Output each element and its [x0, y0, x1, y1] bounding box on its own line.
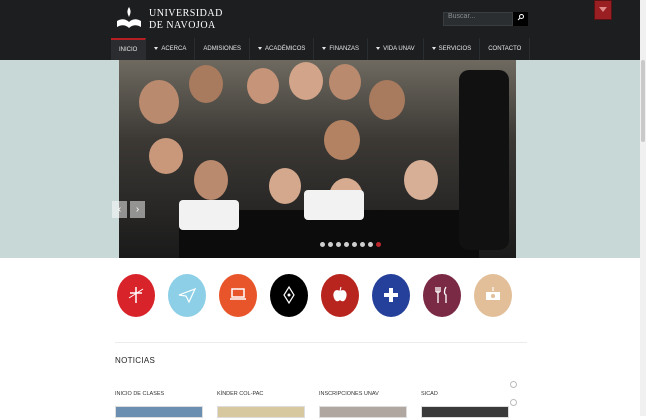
medical-cross-icon: [384, 288, 398, 302]
news-item-title[interactable]: SICAD: [421, 391, 438, 397]
caret-down-icon: [431, 46, 436, 50]
caret-down-icon: [154, 46, 159, 50]
quick-link-medical-cross[interactable]: [372, 274, 410, 317]
quick-link-cutlery[interactable]: [423, 274, 461, 317]
caret-down-icon: [376, 46, 381, 50]
money-icon: [486, 287, 500, 300]
quick-link-paper-plane[interactable]: [168, 274, 206, 317]
quick-link-pen-nib[interactable]: [270, 274, 308, 317]
nav-item-label: SERVICIOS: [438, 46, 472, 52]
logo-line-2: DE NAVOJOA: [149, 20, 216, 31]
nav-item-servicios[interactable]: SERVICIOS: [424, 38, 481, 60]
apple-icon: [333, 286, 347, 302]
slider-dot[interactable]: [336, 242, 341, 247]
cross-icon: [128, 287, 144, 303]
nav-item-admisiones[interactable]: ADMISIONES: [195, 38, 251, 60]
toggle-panel-tab[interactable]: [594, 0, 612, 20]
laptop-icon: [230, 288, 246, 300]
news-item-title[interactable]: KÍNDER COL-PAC: [217, 391, 263, 397]
nav-item-label: ADMISIONES: [203, 46, 242, 52]
quick-link-laptop[interactable]: [219, 274, 257, 317]
graduates-photo: [119, 60, 516, 258]
news-item-thumbnail[interactable]: [217, 406, 305, 418]
quick-link-apple[interactable]: [321, 274, 359, 317]
nav-item-acad-micos[interactable]: ACADÉMICOS: [250, 38, 315, 60]
paper-plane-icon: [178, 287, 197, 304]
quick-link-money[interactable]: [474, 274, 512, 317]
main-navigation: INICIO ACERCA ADMISIONES ACADÉMICOS FINANZAS…: [111, 38, 531, 62]
cutlery-icon: [435, 286, 447, 303]
slider-dot[interactable]: [352, 242, 357, 247]
news-next-icon[interactable]: [510, 399, 517, 406]
nav-item-acerca[interactable]: ACERCA: [146, 38, 196, 60]
nav-item-label: ACERCA: [161, 46, 187, 52]
nav-item-vida-unav[interactable]: VIDA UNAV: [368, 38, 424, 60]
news-item-thumbnail[interactable]: [319, 406, 407, 418]
news-item-thumbnail[interactable]: [115, 406, 203, 418]
slider-dot[interactable]: [344, 242, 349, 247]
quick-links: [117, 274, 517, 319]
pen-nib-icon: [283, 285, 295, 305]
search-input[interactable]: Buscar...: [443, 12, 513, 26]
divider: [115, 342, 527, 343]
book-flame-icon: [117, 7, 141, 28]
nav-item-label: VIDA UNAV: [383, 46, 415, 52]
nav-item-label: ACADÉMICOS: [265, 46, 306, 52]
search-button[interactable]: [513, 12, 528, 26]
university-logo[interactable]: UNIVERSIDAD DE NAVOJOA: [115, 5, 225, 33]
news-item-thumbnail[interactable]: [421, 406, 509, 418]
scrollbar-thumb[interactable]: [641, 60, 645, 142]
slider-next-button[interactable]: ›: [130, 201, 145, 218]
nav-item-label: INICIO: [119, 47, 138, 53]
header-bar: UNIVERSIDAD DE NAVOJOA Buscar... INICIO A…: [0, 0, 646, 62]
nav-item-label: FINANZAS: [329, 46, 360, 52]
slider-prev-button[interactable]: ‹: [112, 201, 127, 218]
page-scrollbar[interactable]: [640, 0, 646, 416]
slider-dot[interactable]: [360, 242, 365, 247]
slider-dot[interactable]: [376, 242, 381, 247]
slider-dot[interactable]: [320, 242, 325, 247]
search-icon: [517, 14, 524, 21]
nav-item-label: CONTACTO: [488, 46, 522, 52]
logo-line-1: UNIVERSIDAD: [149, 8, 223, 19]
news-heading: NOTICIAS: [115, 356, 156, 365]
hero-slider: ‹ ›: [0, 60, 640, 258]
slider-pagination: [320, 242, 384, 247]
news-prev-icon[interactable]: [510, 381, 517, 388]
news-carousel-nav[interactable]: [510, 375, 524, 406]
caret-down-icon: [258, 46, 263, 50]
caret-down-icon: [322, 46, 327, 50]
nav-item-finanzas[interactable]: FINANZAS: [314, 38, 369, 60]
nav-item-inicio[interactable]: INICIO: [111, 38, 147, 62]
quick-link-cross[interactable]: [117, 274, 155, 317]
nav-item-contacto[interactable]: CONTACTO: [480, 38, 531, 60]
chevron-down-icon: [599, 7, 607, 12]
news-item-title[interactable]: INSCRIPCIONES UNAV: [319, 391, 379, 397]
slider-dot[interactable]: [328, 242, 333, 247]
news-item-title[interactable]: INICIO DE CLASES: [115, 391, 164, 397]
slider-dot[interactable]: [368, 242, 373, 247]
